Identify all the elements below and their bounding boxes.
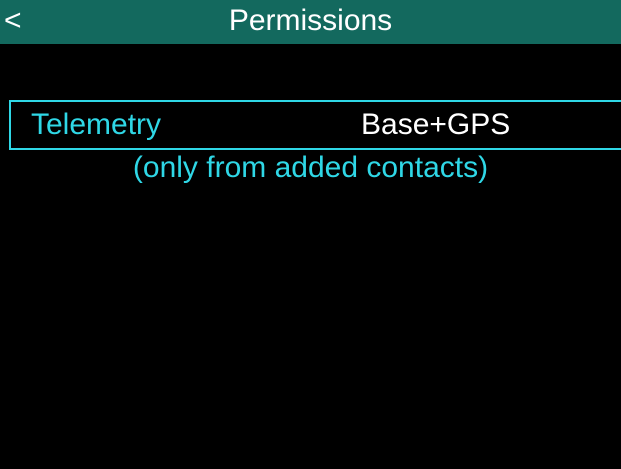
page-title: Permissions: [228, 4, 393, 37]
permissions-screen: < Permissions Telemetry Base+GPS (only f…: [0, 0, 621, 469]
telemetry-setting-row[interactable]: Telemetry Base+GPS: [9, 100, 621, 150]
telemetry-label: Telemetry: [31, 108, 162, 141]
back-button[interactable]: <: [4, 0, 40, 44]
header-bar: < Permissions: [0, 0, 621, 44]
telemetry-note: (only from added contacts): [132, 151, 489, 184]
telemetry-value: Base+GPS: [361, 108, 511, 141]
